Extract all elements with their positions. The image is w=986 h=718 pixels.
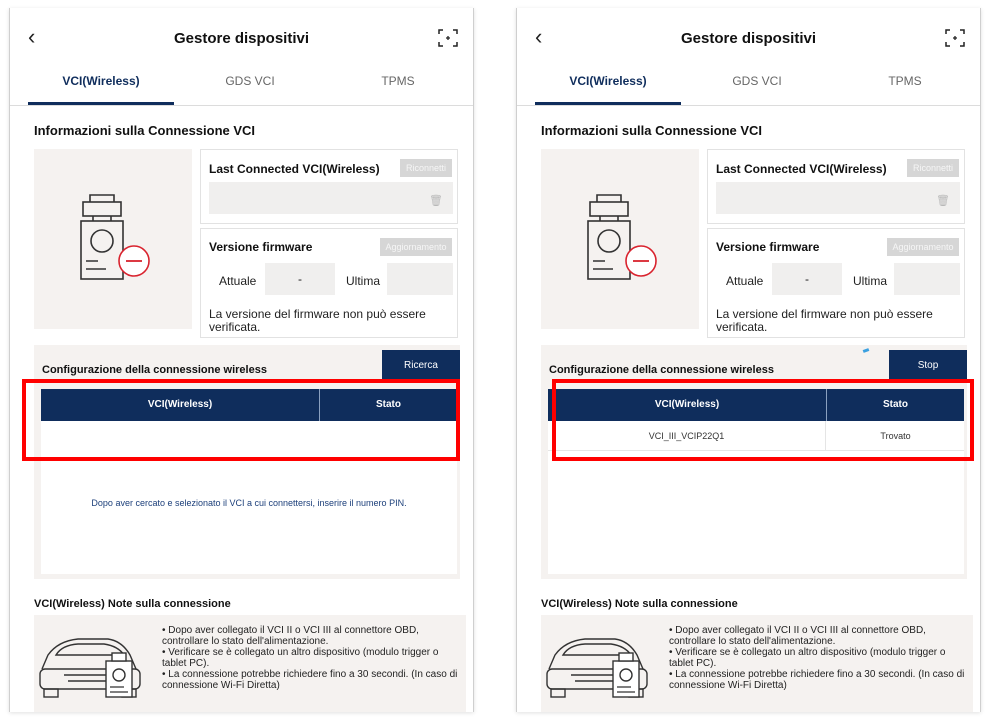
tab-gds-vci[interactable]: GDS VCI [687,74,827,106]
connection-notes: • Dopo aver collegato il VCI II o VCI II… [541,615,973,712]
current-version-value: - [265,263,335,295]
firmware-label: Versione firmware [716,240,820,254]
page-title: Gestore dispositivi [173,30,310,47]
active-tab-indicator [28,102,174,105]
update-button[interactable]: Aggiornamento [887,238,959,256]
section-title: Informazioni sulla Connessione VCI [541,123,763,138]
last-connected-label: Last Connected VCI(Wireless) [716,162,887,176]
vci-disconnected-icon [587,194,657,280]
current-version-label: Attuale [219,274,257,288]
note-item: • Verificare se è collegato un altro dis… [162,647,439,669]
highlight-box [552,379,974,461]
tab-tpms[interactable]: TPMS [835,74,975,106]
trash-icon[interactable]: 🗑 [936,194,950,207]
last-connected-card: Last Connected VCI(Wireless) Riconnetti … [200,149,458,224]
note-item: • La connessione potrebbe richiedere fin… [162,669,458,691]
header: ‹ Gestore dispositivi [517,8,980,66]
reconnect-button[interactable]: Riconnetti [907,159,959,177]
loading-spinner-icon [862,348,870,353]
screenshot-canvas: ‹ Gestore dispositivi VCI(Wireless) GDS … [0,0,986,718]
note-item: • Dopo aver collegato il VCI II o VCI II… [669,625,926,647]
latest-version-label: Ultima [853,274,888,288]
firmware-note: La versione del firmware non può essere … [209,307,426,334]
active-tab-indicator [535,102,681,105]
firmware-label: Versione firmware [209,240,313,254]
config-title: Configurazione della connessione wireles… [549,364,774,376]
stop-button[interactable]: Stop [889,350,967,382]
notes-title: VCI(Wireless) Note sulla connessione [34,598,231,610]
reconnect-button[interactable]: Riconnetti [400,159,452,177]
firmware-card: Versione firmware Aggiornamento Attuale … [200,228,458,338]
last-connected-card: Last Connected VCI(Wireless) Riconnetti … [707,149,965,224]
latest-version-value [894,263,960,295]
empty-table-message: Dopo aver cercato e selezionato il VCI a… [91,498,407,508]
latest-version-value [387,263,453,295]
note-item: • La connessione potrebbe richiedere fin… [669,669,965,691]
trash-icon[interactable]: 🗑 [429,194,443,207]
config-title: Configurazione della connessione wireles… [42,364,267,376]
tab-gds-vci[interactable]: GDS VCI [180,74,320,106]
note-item: • Dopo aver collegato il VCI II o VCI II… [162,625,419,647]
last-connected-label: Last Connected VCI(Wireless) [209,162,380,176]
latest-version-label: Ultima [346,274,381,288]
tab-bar: VCI(Wireless) GDS VCI TPMS [10,66,473,106]
firmware-card: Versione firmware Aggiornamento Attuale … [707,228,965,338]
last-connected-vci-field: 🗑 [209,182,453,214]
note-item: • Verificare se è collegato un altro dis… [669,647,946,669]
vci-disconnected-icon [80,194,150,280]
notes-text: • Dopo aver collegato il VCI II o VCI II… [669,625,969,691]
firmware-note: La versione del firmware non può essere … [716,307,933,334]
notes-title: VCI(Wireless) Note sulla connessione [541,598,738,610]
tab-tpms[interactable]: TPMS [328,74,468,106]
update-button[interactable]: Aggiornamento [380,238,452,256]
vci-device-illustration [541,149,699,329]
header: ‹ Gestore dispositivi [10,8,473,66]
vci-device-illustration [34,149,192,329]
connection-notes: • Dopo aver collegato il VCI II o VCI II… [34,615,466,712]
current-version-value: - [772,263,842,295]
highlight-box [22,379,460,461]
notes-text: • Dopo aver collegato il VCI II o VCI II… [162,625,462,691]
fullscreen-icon[interactable] [437,28,459,48]
current-version-label: Attuale [726,274,764,288]
car-obd-icon [39,638,141,698]
section-title: Informazioni sulla Connessione VCI [34,123,256,138]
device-manager-panel-left: ‹ Gestore dispositivi VCI(Wireless) GDS … [9,8,474,712]
last-connected-vci-field: 🗑 [716,182,960,214]
fullscreen-icon[interactable] [944,28,966,48]
search-button[interactable]: Ricerca [382,350,460,382]
car-obd-icon [546,638,648,698]
device-manager-panel-right: ‹ Gestore dispositivi VCI(Wireless) GDS … [516,8,981,712]
tab-bar: VCI(Wireless) GDS VCI TPMS [517,66,980,106]
page-title: Gestore dispositivi [680,30,817,47]
